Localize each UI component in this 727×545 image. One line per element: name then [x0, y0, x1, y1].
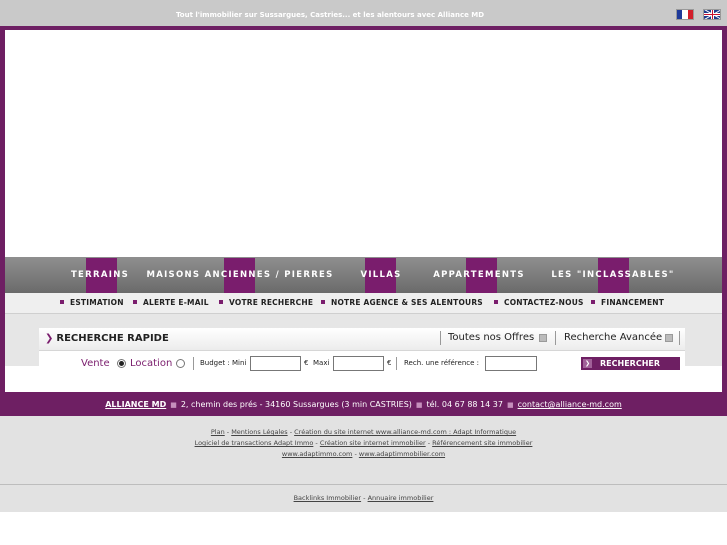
uk-flag-icon[interactable]	[703, 9, 721, 20]
quick-search-title: ❯ RECHERCHE RAPIDE	[45, 333, 169, 344]
referencement-link[interactable]: Référencement site immobilier	[432, 439, 532, 447]
creation-site-link[interactable]: Création du site internet www.alliance-m…	[294, 428, 516, 436]
arrow-square-icon[interactable]	[665, 334, 673, 342]
budget-maxi-label: Maxi	[313, 359, 330, 367]
footer-line-3: www.adaptimmo.com - www.adaptimmobilier.…	[281, 450, 446, 458]
chevron-right-icon: ❯	[45, 333, 54, 344]
france-flag-icon[interactable]	[676, 9, 694, 20]
subnav-alerte-email[interactable]: ALERTE E-MAIL	[133, 298, 209, 307]
euro-label: €	[304, 359, 309, 367]
location-label: Location	[130, 358, 173, 369]
nav-maisons-anciennes[interactable]: MAISONS ANCIENNES / PIERRES	[146, 257, 332, 293]
logiciel-link[interactable]: Logiciel de transactions Adapt Immo	[195, 439, 314, 447]
subnav-financement[interactable]: FINANCEMENT	[591, 298, 664, 307]
agency-name-link[interactable]: ALLIANCE MD	[105, 400, 166, 409]
nav-appartements[interactable]: APPARTEMENTS	[433, 257, 524, 293]
nav-terrains[interactable]: TERRAINS	[70, 257, 130, 293]
footer-line-2: Logiciel de transactions Adapt Immo - Cr…	[194, 439, 533, 447]
footer-line-1: Plan - Mentions Légales - Création du si…	[210, 428, 517, 436]
euro-label: €	[387, 359, 392, 367]
all-offers-link[interactable]: Toutes nos Offres	[448, 332, 534, 343]
subnav-votre-recherche[interactable]: VOTRE RECHERCHE	[219, 298, 313, 307]
plan-link[interactable]: Plan	[211, 428, 225, 436]
footer-line-4: Backlinks Immobilier - Annuaire immobili…	[293, 494, 434, 502]
divider	[555, 331, 556, 345]
nav-villas[interactable]: VILLAS	[358, 257, 404, 293]
subnav-notre-agence[interactable]: NOTRE AGENCE & SES ALENTOURS	[321, 298, 483, 307]
footer-bottom: Backlinks Immobilier - Annuaire immobili…	[0, 484, 727, 512]
budget-maxi-input[interactable]	[333, 356, 384, 371]
divider	[193, 357, 194, 370]
budget-mini-input[interactable]	[250, 356, 301, 371]
budget-mini-label: Budget : Mini	[200, 359, 247, 367]
agency-email-link[interactable]: contact@alliance-md.com	[518, 400, 622, 409]
search-button-label: RECHERCHER	[600, 359, 661, 368]
subnav-estimation[interactable]: ESTIMATION	[60, 298, 124, 307]
reference-label: Rech. une référence :	[404, 359, 480, 367]
divider	[440, 331, 441, 345]
chevron-right-icon: ❯	[583, 359, 592, 368]
agency-street: 2, chemin des prés - 34160 Sussargues (3…	[180, 400, 412, 409]
address-line: ALLIANCE MD ■ 2, chemin des prés - 34160 S…	[0, 400, 727, 409]
bullet-icon: ■	[506, 401, 514, 409]
bullet-icon: ■	[170, 401, 177, 409]
subnav-contactez-nous[interactable]: CONTACTEZ-NOUS	[494, 298, 584, 307]
creation-immo-link[interactable]: Création site internet immobilier	[320, 439, 426, 447]
search-button[interactable]: ❯ RECHERCHER	[581, 357, 680, 370]
site-tagline: Tout l'immobilier sur Sussargues, Castri…	[175, 11, 485, 19]
backlinks-link[interactable]: Backlinks Immobilier	[294, 494, 362, 502]
agency-phone: tél. 04 67 88 14 37	[426, 400, 503, 409]
location-radio[interactable]	[176, 359, 185, 368]
mentions-legales-link[interactable]: Mentions Légales	[231, 428, 287, 436]
vente-radio[interactable]	[117, 359, 126, 368]
footer: Plan - Mentions Légales - Création du si…	[0, 416, 727, 484]
vente-label: Vente	[81, 358, 110, 369]
bullet-icon: ■	[415, 401, 423, 409]
quick-search-label: RECHERCHE RAPIDE	[56, 333, 169, 344]
nav-inclassables[interactable]: LES "INCLASSABLES"	[551, 257, 673, 293]
divider	[679, 331, 680, 345]
adaptimmo-link[interactable]: www.adaptimmo.com	[282, 450, 352, 458]
adaptimmobilier-link[interactable]: www.adaptimmobilier.com	[359, 450, 445, 458]
advanced-search-link[interactable]: Recherche Avancée	[564, 332, 662, 343]
reference-input[interactable]	[485, 356, 537, 371]
divider	[396, 357, 397, 370]
arrow-square-icon[interactable]	[539, 334, 547, 342]
annuaire-link[interactable]: Annuaire immobilier	[368, 494, 434, 502]
